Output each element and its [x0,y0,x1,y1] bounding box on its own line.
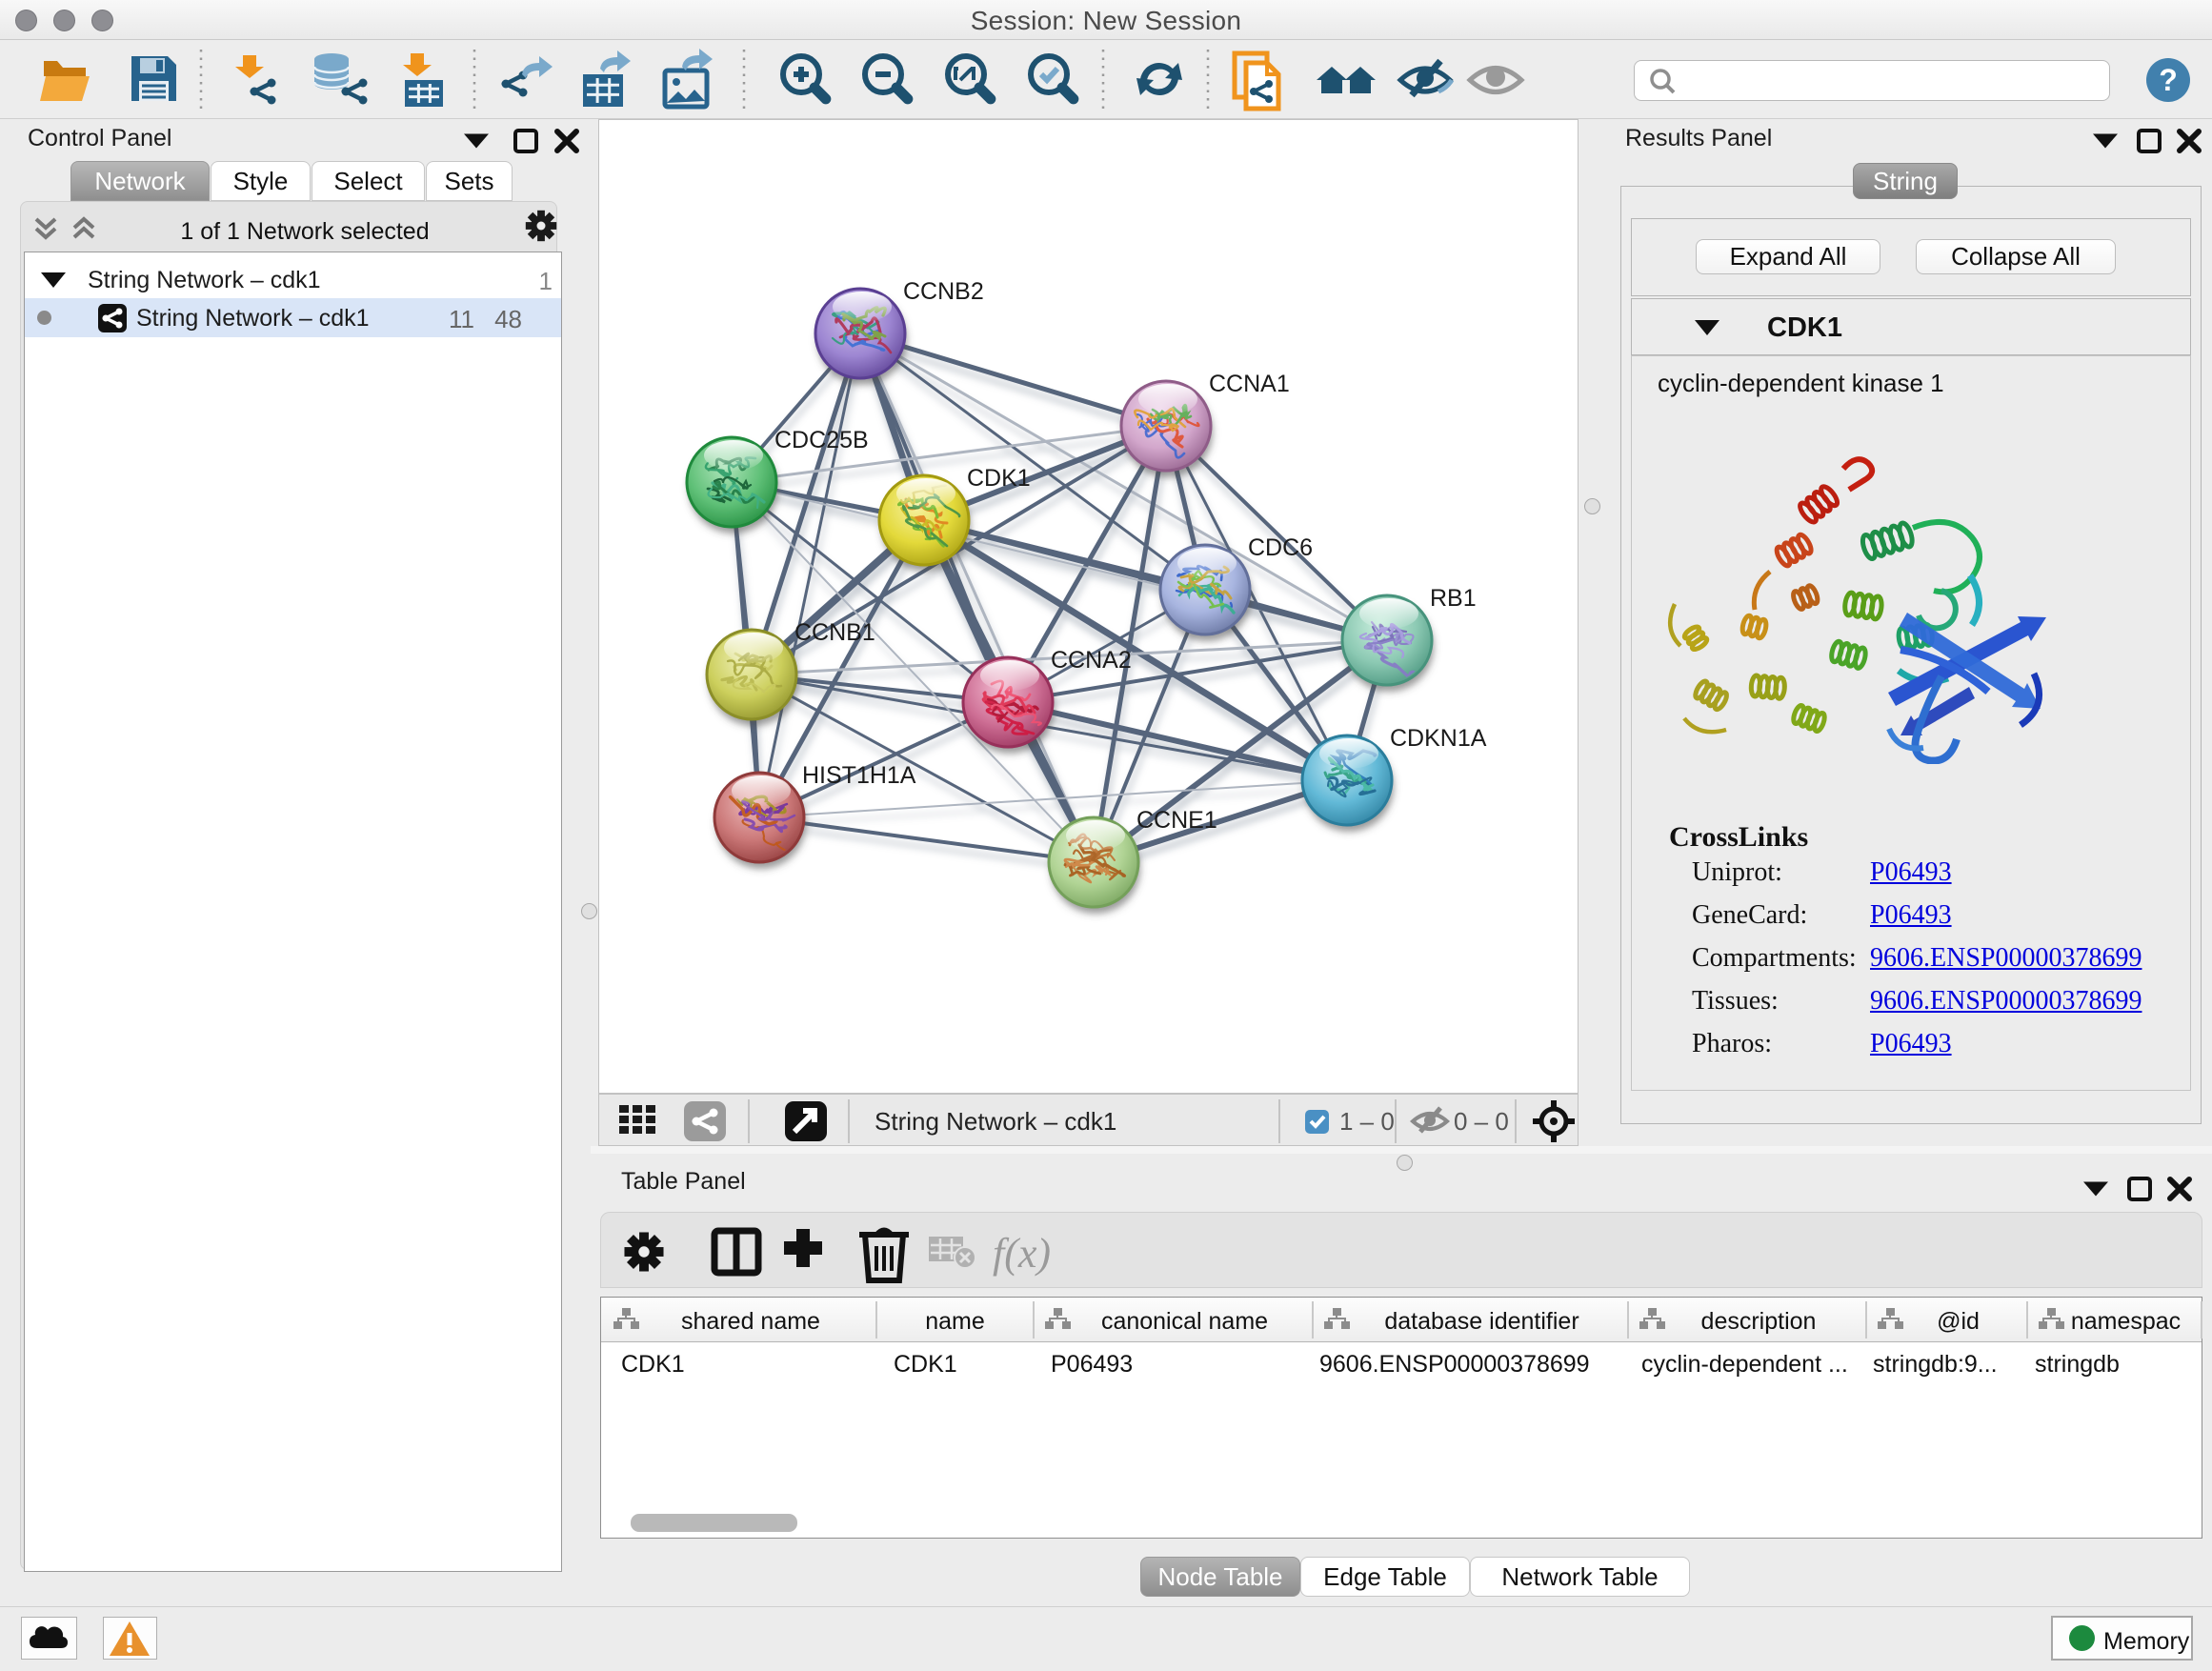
svg-text:f(x): f(x) [993,1230,1051,1277]
svg-text:CDKN1A: CDKN1A [1390,725,1487,752]
svg-text:String Network – cdk1: String Network – cdk1 [875,1107,1116,1136]
svg-text:description: description [1701,1308,1817,1335]
svg-text:CCNB1: CCNB1 [794,619,875,646]
svg-text:CCNB2: CCNB2 [903,278,984,305]
svg-text:CDC6: CDC6 [1248,534,1313,561]
svg-text:CCNE1: CCNE1 [1136,807,1217,834]
svg-text:namespac: namespac [2071,1308,2181,1335]
svg-text:canonical name: canonical name [1101,1308,1268,1335]
svg-text:HIST1H1A: HIST1H1A [802,762,916,789]
svg-text:1 – 0: 1 – 0 [1339,1107,1395,1136]
svg-text:0 – 0: 0 – 0 [1454,1107,1509,1136]
svg-text:CDK1: CDK1 [967,465,1031,492]
svg-text:@id: @id [1937,1308,1980,1335]
svg-text:shared name: shared name [681,1308,820,1335]
svg-text:database identifier: database identifier [1384,1308,1579,1335]
svg-text:RB1: RB1 [1430,585,1477,612]
svg-text:name: name [925,1308,985,1335]
svg-text:CDC25B: CDC25B [774,427,869,453]
svg-text:CCNA1: CCNA1 [1209,371,1290,397]
svg-text:CCNA2: CCNA2 [1051,647,1132,674]
